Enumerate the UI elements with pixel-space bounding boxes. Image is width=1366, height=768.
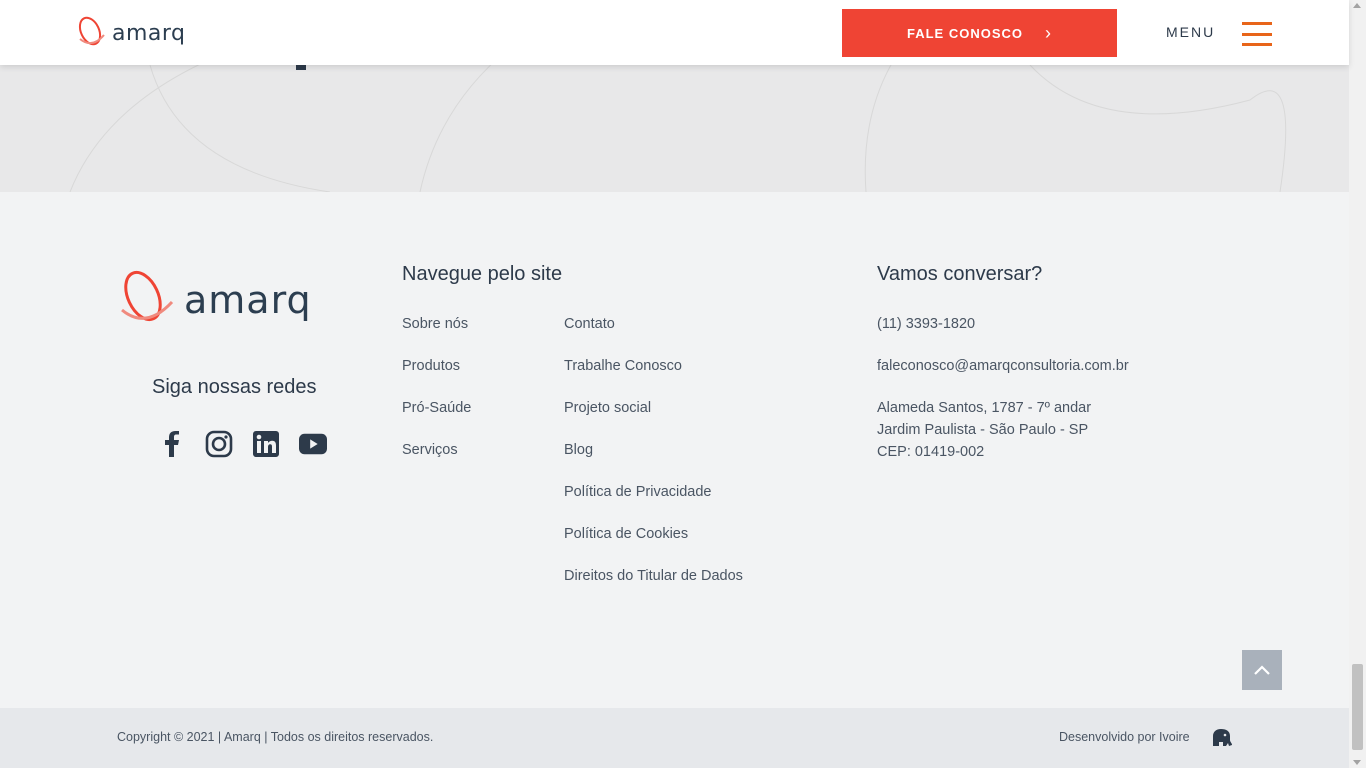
chevron-right-icon: › <box>1045 22 1052 43</box>
instagram-icon[interactable] <box>205 430 233 458</box>
nav-link-services[interactable]: Serviços <box>402 442 471 484</box>
footer-logo-text: amarq <box>184 278 312 322</box>
amarq-logo-icon <box>121 270 174 322</box>
header-logo-text: amarq <box>112 20 186 46</box>
site-header: amarq FALE CONOSCO › MENU <box>0 0 1349 65</box>
nav-link-about[interactable]: Sobre nós <box>402 316 471 358</box>
scrollbar-thumb[interactable] <box>1352 664 1363 750</box>
contact-phone[interactable]: (11) 3393-1820 <box>877 316 1129 332</box>
amarq-logo-icon <box>78 16 105 46</box>
address-line-3: CEP: 01419-002 <box>877 444 985 460</box>
ivoire-logo-icon[interactable] <box>1211 728 1233 753</box>
nav-link-contact[interactable]: Contato <box>564 316 743 358</box>
contact-us-label: FALE CONOSCO <box>906 25 1023 41</box>
contact-address: Alameda Santos, 1787 - 7º andar Jardim P… <box>877 397 1129 463</box>
nav-link-careers[interactable]: Trabalhe Conosco <box>564 358 743 400</box>
nav-link-products[interactable]: Produtos <box>402 358 471 400</box>
footer-bottom-bar: Copyright © 2021 | Amarq | Todos os dire… <box>0 708 1349 768</box>
contact-title: Vamos conversar? <box>877 263 1043 285</box>
nav-link-data-rights[interactable]: Direitos do Titular de Dados <box>564 568 743 610</box>
menu-label[interactable]: MENU <box>1166 24 1215 40</box>
footer-logo[interactable]: amarq <box>118 268 312 332</box>
nav-link-blog[interactable]: Blog <box>564 442 743 484</box>
address-line-2: Jardim Paulista - São Paulo - SP <box>877 422 1089 438</box>
page-scrollbar[interactable] <box>1349 0 1366 768</box>
contact-info: (11) 3393-1820 faleconosco@amarqconsulto… <box>877 316 1129 463</box>
developed-by-link[interactable]: Desenvolvido por Ivoire <box>1059 730 1190 744</box>
social-links <box>158 430 327 458</box>
hamburger-menu-icon[interactable] <box>1242 22 1272 46</box>
address-line-1: Alameda Santos, 1787 - 7º andar <box>877 400 1092 416</box>
nav-link-pro-saude[interactable]: Pró-Saúde <box>402 400 471 442</box>
scroll-down-arrow-icon[interactable] <box>1353 760 1361 765</box>
chevron-up-icon <box>1254 665 1270 675</box>
nav-column-1: Sobre nós Produtos Pró-Saúde Serviços <box>402 316 471 484</box>
linkedin-icon[interactable] <box>252 430 280 458</box>
back-to-top-button[interactable] <box>1242 650 1282 690</box>
nav-title: Navegue pelo site <box>402 263 563 285</box>
nav-column-2: Contato Trabalhe Conosco Projeto social … <box>564 316 743 610</box>
site-footer: amarq Siga nossas redes Navegue pelo sit… <box>0 192 1349 708</box>
social-title: Siga nossas redes <box>152 376 317 398</box>
youtube-icon[interactable] <box>299 430 327 458</box>
contact-email[interactable]: faleconosco@amarqconsultoria.com.br <box>877 358 1129 374</box>
nav-link-social-project[interactable]: Projeto social <box>564 400 743 442</box>
contact-us-button[interactable]: FALE CONOSCO › <box>842 9 1117 57</box>
scroll-up-arrow-icon[interactable] <box>1353 3 1361 8</box>
nav-link-cookie-policy[interactable]: Política de Cookies <box>564 526 743 568</box>
nav-link-privacy-policy[interactable]: Política de Privacidade <box>564 484 743 526</box>
header-logo[interactable]: amarq <box>76 15 186 51</box>
facebook-icon[interactable] <box>158 430 186 458</box>
copyright-text: Copyright © 2021 | Amarq | Todos os dire… <box>117 730 434 744</box>
